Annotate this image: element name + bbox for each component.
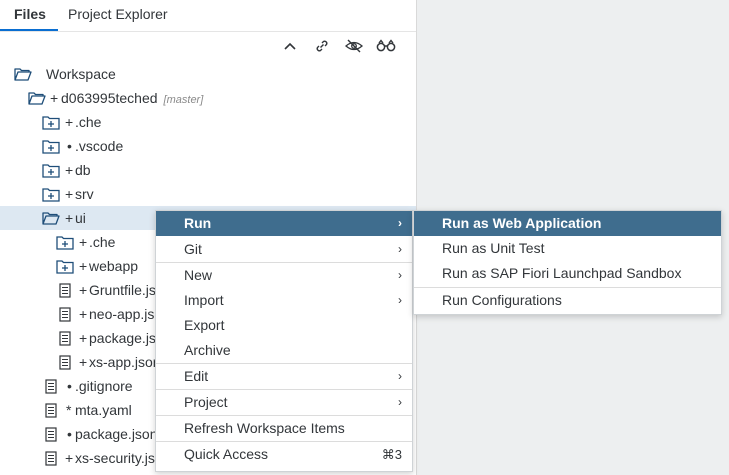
menu-item-refresh-workspace[interactable]: Refresh Workspace Items	[156, 416, 412, 441]
tree-item-che[interactable]: + .che	[0, 110, 416, 134]
tree-item-label: mta.yaml	[75, 402, 132, 418]
chevron-right-icon: ›	[398, 268, 402, 282]
git-status-mark: +	[65, 162, 74, 178]
hide-hidden-files-button[interactable]	[344, 36, 364, 56]
file-icon	[56, 330, 74, 346]
context-menu: Run › Git › New › Import › Export Archiv…	[155, 210, 413, 472]
folder-open-icon	[14, 66, 32, 82]
menu-item-archive[interactable]: Archive	[156, 338, 412, 363]
folder-plus-icon	[42, 114, 60, 130]
menu-item-new[interactable]: New ›	[156, 263, 412, 288]
chevron-right-icon: ›	[398, 369, 402, 383]
menu-item-import[interactable]: Import ›	[156, 288, 412, 313]
tree-item-label: ui	[75, 210, 86, 226]
tree-item-label: db	[75, 162, 91, 178]
file-icon	[42, 450, 60, 466]
git-status-mark: +	[79, 306, 88, 322]
tree-item-db[interactable]: + db	[0, 158, 416, 182]
file-icon	[56, 306, 74, 322]
link-icon	[316, 40, 328, 52]
menu-item-run-configurations[interactable]: Run Configurations	[414, 288, 721, 313]
git-status-mark: +	[65, 114, 74, 130]
tree-item-label: d063995teched	[61, 90, 158, 106]
folder-plus-icon	[56, 234, 74, 250]
menu-item-edit[interactable]: Edit ›	[156, 364, 412, 389]
menu-item-run-as-fiori-sandbox[interactable]: Run as SAP Fiori Launchpad Sandbox	[414, 261, 721, 286]
git-status-mark: +	[65, 186, 74, 202]
tree-item-vscode[interactable]: • .vscode	[0, 134, 416, 158]
menu-item-run-as-unit-test[interactable]: Run as Unit Test	[414, 236, 721, 261]
file-icon	[42, 426, 60, 442]
tree-item-srv[interactable]: + srv	[0, 182, 416, 206]
folder-open-icon	[42, 210, 60, 226]
tree-item-label: .vscode	[75, 138, 124, 154]
panel-tabs: Files Project Explorer	[0, 0, 416, 32]
collapse-all-button[interactable]	[280, 36, 300, 56]
folder-open-icon	[28, 90, 46, 106]
git-status-mark: +	[79, 234, 88, 250]
git-status-mark: *	[66, 402, 72, 418]
run-submenu: Run as Web Application Run as Unit Test …	[413, 210, 722, 315]
git-status-mark: •	[67, 426, 72, 442]
chevron-right-icon: ›	[398, 395, 402, 409]
file-icon	[56, 354, 74, 370]
folder-plus-icon	[42, 138, 60, 154]
tree-item-project[interactable]: + d063995teched [master]	[0, 86, 416, 110]
binoculars-icon	[376, 39, 396, 52]
git-status-mark: +	[79, 258, 88, 274]
git-status-mark: +	[50, 90, 59, 106]
tree-item-label: srv	[75, 186, 94, 202]
menu-item-quick-access[interactable]: Quick Access ⌘3	[156, 442, 412, 467]
git-status-mark: +	[79, 354, 88, 370]
git-status-mark: +	[79, 330, 88, 346]
folder-plus-icon	[42, 186, 60, 202]
tree-toolbar	[0, 36, 416, 60]
tree-item-label: xs-app.json	[89, 354, 161, 370]
menu-item-export[interactable]: Export	[156, 313, 412, 338]
keyboard-shortcut: ⌘3	[381, 447, 402, 462]
file-icon	[42, 378, 60, 394]
chevron-right-icon: ›	[398, 242, 402, 256]
tree-item-label: .gitignore	[75, 378, 133, 394]
chevron-right-icon: ›	[398, 216, 402, 230]
tree-item-label: .che	[75, 114, 102, 130]
git-status-mark: +	[65, 210, 74, 226]
tree-item-label: Workspace	[46, 66, 116, 82]
tree-item-label: webapp	[89, 258, 139, 274]
chevron-right-icon: ›	[398, 293, 402, 307]
find-button[interactable]	[376, 36, 396, 56]
folder-plus-icon	[56, 258, 74, 274]
hide-icon	[345, 39, 363, 53]
menu-item-run-as-web-application[interactable]: Run as Web Application	[414, 211, 721, 236]
file-icon	[42, 402, 60, 418]
git-status-mark: +	[79, 282, 88, 298]
tree-item-label: package.json	[75, 426, 158, 442]
menu-item-run[interactable]: Run ›	[156, 211, 412, 236]
tree-item-workspace[interactable]: Workspace	[0, 62, 416, 86]
git-branch-label: [master]	[163, 94, 204, 106]
tree-item-label: Gruntfile.js	[89, 282, 156, 298]
git-status-mark: •	[67, 378, 72, 394]
collapse-icon	[284, 42, 296, 50]
git-status-mark: +	[65, 450, 74, 466]
link-with-editor-button[interactable]	[312, 36, 332, 56]
file-icon	[56, 282, 74, 298]
tab-files[interactable]: Files	[0, 0, 58, 32]
tabs-divider	[0, 31, 416, 32]
menu-item-project[interactable]: Project ›	[156, 390, 412, 415]
git-status-mark: •	[67, 138, 72, 154]
tree-item-label: .che	[89, 234, 116, 250]
menu-item-git[interactable]: Git ›	[156, 237, 412, 262]
folder-plus-icon	[42, 162, 60, 178]
tab-project-explorer[interactable]: Project Explorer	[68, 0, 168, 30]
